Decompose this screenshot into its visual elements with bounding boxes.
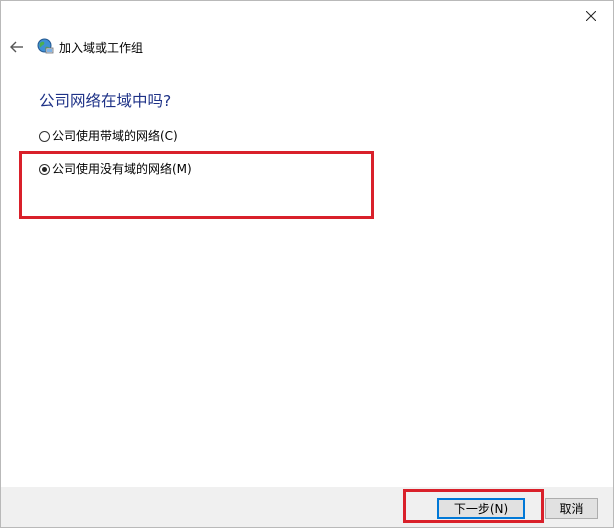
back-button[interactable] (7, 37, 27, 57)
radio-domain-network[interactable] (39, 131, 50, 142)
highlight-box-option (19, 151, 374, 219)
close-button[interactable] (568, 1, 613, 31)
page-heading: 公司网络在域中吗? (39, 92, 172, 110)
highlight-box-next-button (403, 489, 544, 523)
network-globe-icon (37, 38, 54, 54)
close-icon (585, 11, 596, 21)
option-domain-network-label: 公司使用带域的网络(C) (52, 129, 178, 143)
join-domain-dialog: 加入域或工作组 公司网络在域中吗? 公司使用带域的网络(C) 公司使用没有域的网… (0, 0, 614, 528)
option-domain-network[interactable]: 公司使用带域的网络(C) (39, 127, 178, 144)
window-title: 加入域或工作组 (59, 41, 144, 55)
cancel-button[interactable]: 取消 (545, 498, 598, 519)
back-arrow-icon (10, 41, 23, 53)
